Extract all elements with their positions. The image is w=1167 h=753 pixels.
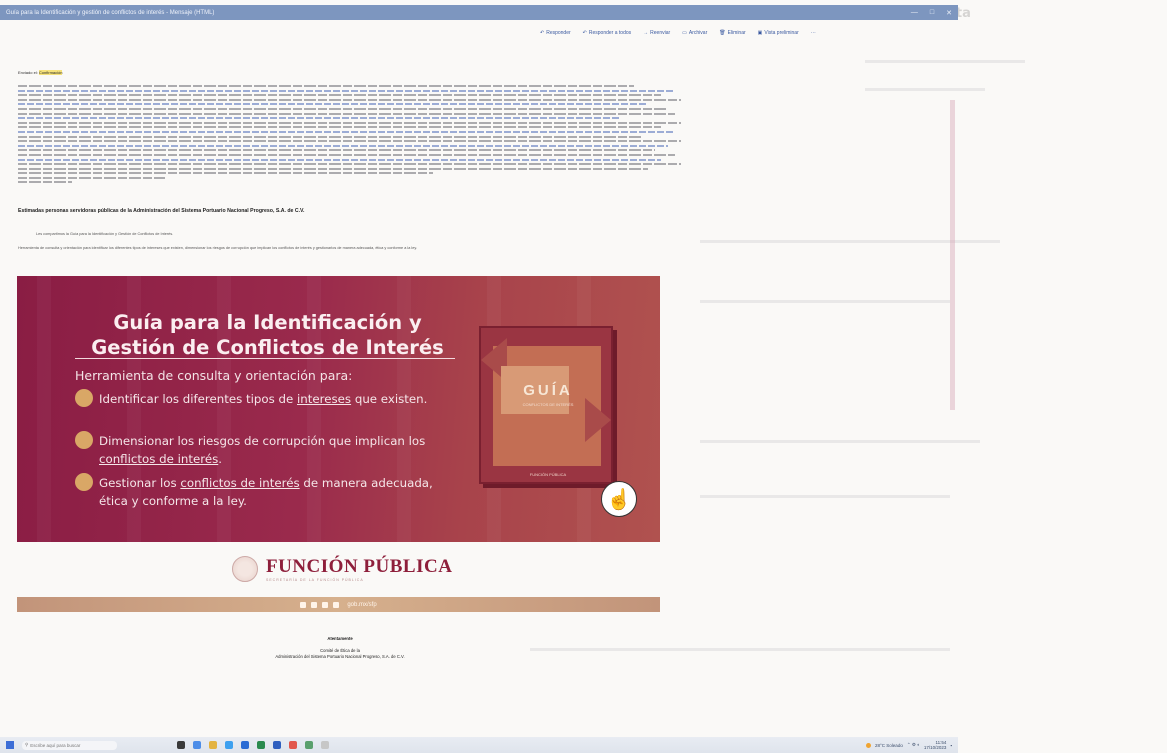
tray-icons[interactable]: ⌃ ⚙ ◐ [907, 742, 920, 748]
banner-bullet: Gestionar los conflictos de interés de m… [75, 473, 460, 510]
book-subtitle: CONFLICTOS DE INTERÉS [522, 402, 574, 407]
social-footer-bar: gob.mx/sfp [17, 597, 660, 612]
store-icon[interactable] [225, 741, 233, 749]
file-explorer-icon[interactable] [209, 741, 217, 749]
weather-icon [866, 742, 871, 748]
acrobat-icon[interactable] [289, 741, 297, 749]
clock-date[interactable]: 17/10/2023 [924, 745, 947, 750]
teams-icon[interactable] [305, 741, 313, 749]
banner-subtitle: Herramienta de consulta y orientación pa… [75, 368, 353, 383]
brand-logo-text: FUNCIÓN PÚBLICA [266, 556, 453, 577]
reply-icon: ↶ [540, 30, 545, 36]
reply-all-icon: ↶ [582, 30, 587, 36]
banner-title: Guía para la Identificación y Gestión de… [91, 311, 444, 359]
instagram-icon[interactable] [322, 601, 329, 608]
facebook-icon[interactable] [300, 601, 307, 608]
government-seal-icon [232, 556, 258, 582]
brand-tagline: SECRETARÍA DE LA FUNCIÓN PÚBLICA [266, 578, 364, 582]
edge-icon[interactable] [193, 741, 201, 749]
delete-button[interactable]: 🗑 Eliminar [719, 30, 745, 36]
more-button[interactable]: ··· [811, 30, 816, 36]
bullet-dot-icon [75, 473, 93, 491]
reply-all-button[interactable]: ↶ Responder a todos [583, 30, 631, 36]
close-button[interactable]: ✕ [946, 9, 952, 17]
bullet-dot-icon [75, 431, 93, 449]
greeting: Estimadas personas servidoras públicas d… [18, 208, 305, 214]
intro-paragraph: Les compartimos la Guía para la Identifi… [36, 232, 174, 236]
banner-bullet: Identificar los diferentes tipos de inte… [75, 389, 460, 408]
taskbar: ⚲ Escribe aquí para buscar 28°C Soleado ⌃… [0, 737, 958, 753]
guide-book-cover[interactable]: GUÍA CONFLICTOS DE INTERÉS FUNCIÓN PÚBLI… [479, 326, 613, 484]
windows-start-icon[interactable] [6, 741, 14, 749]
forward-button[interactable]: → Reenviar [643, 30, 670, 36]
banner-bullet: Dimensionar los riesgos de corrupción qu… [75, 431, 460, 468]
pointer-hand-icon: ☝ [601, 481, 637, 517]
signature-block: Atentamente Comité de Ética de la Admini… [200, 636, 480, 660]
guide-banner[interactable]: Guía para la Identificación y Gestión de… [17, 276, 660, 542]
preview-button[interactable]: ▣ Vista preliminar [758, 30, 799, 36]
window-titlebar: Guía para la Identificación y gestión de… [0, 5, 958, 20]
task-view-icon[interactable] [177, 741, 185, 749]
ghost-scrollbar [950, 100, 955, 410]
email-meta: Enviado el: Confirmación [18, 70, 63, 75]
site-link[interactable]: gob.mx/sfp [347, 602, 376, 608]
search-icon: ⚲ [25, 742, 29, 747]
body-paragraph: Herramienta de consulta y orientación pa… [18, 246, 418, 250]
forwarded-text-block [18, 85, 688, 186]
message-toolbar: ↶ Responder ↶ Responder a todos → Reenviar … [540, 30, 816, 36]
conflictos-link[interactable]: conflictos de interés [180, 476, 299, 490]
screen: Ref: Respuesta Guía para la Identificaci… [0, 0, 1167, 753]
preview-icon: ▣ [757, 30, 763, 36]
taskbar-search[interactable]: ⚲ Escribe aquí para buscar [22, 740, 117, 750]
youtube-icon[interactable] [333, 601, 340, 608]
highlighted-text: Confirmación [38, 70, 63, 75]
forward-icon: → [643, 30, 649, 36]
conflictos-link[interactable]: conflictos de interés [99, 452, 218, 466]
book-title: GUÍA [523, 382, 573, 399]
excel-icon[interactable] [257, 741, 265, 749]
notifications-icon[interactable]: ▪ [950, 743, 952, 748]
delete-icon: 🗑 [719, 30, 726, 36]
minimize-button[interactable]: — [911, 9, 918, 17]
bullet-dot-icon [75, 389, 93, 407]
signature-line-2: Administración del Sistema Portuario Nac… [275, 654, 405, 659]
book-footer: FUNCIÓN PÚBLICA [529, 472, 567, 477]
outlook-icon[interactable] [241, 741, 249, 749]
archive-icon: ▭ [682, 30, 687, 36]
window-title: Guía para la Identificación y gestión de… [6, 9, 215, 16]
weather-text[interactable]: 28°C Soleado [875, 743, 903, 748]
intereses-link[interactable]: intereses [297, 392, 351, 406]
banner-divider [75, 358, 455, 359]
system-tray: 28°C Soleado ⌃ ⚙ ◐ 11:54 17/10/2023 ▪ [866, 740, 952, 750]
reply-button[interactable]: ↶ Responder [540, 30, 571, 36]
word-icon[interactable] [273, 741, 281, 749]
archive-button[interactable]: ▭ Archivar [682, 30, 707, 36]
maximize-button[interactable]: □ [930, 9, 934, 17]
app-icon[interactable] [321, 741, 329, 749]
twitter-icon[interactable] [311, 601, 318, 608]
